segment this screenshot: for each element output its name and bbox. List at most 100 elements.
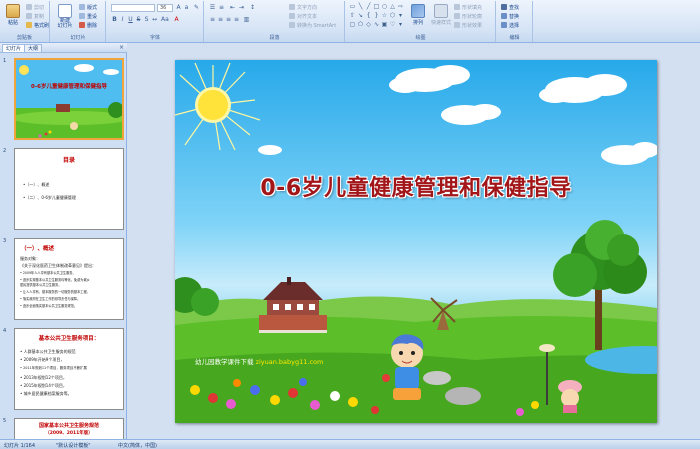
tab-slides[interactable]: 幻灯片 [2, 44, 26, 52]
select-button[interactable]: 选择 [501, 21, 519, 29]
shape-outline-button[interactable]: 形状轮廓 [454, 12, 482, 20]
clipboard-group-label: 剪贴板 [16, 35, 32, 41]
strikethrough-icon[interactable]: S [135, 16, 142, 23]
grow-font-icon[interactable]: A [175, 4, 182, 11]
thumbnail-line: • 逐步全面落实基本公共卫生服务规范。 [20, 304, 78, 308]
align-right-icon[interactable]: ≡ [225, 16, 232, 23]
reset-button[interactable]: 重设 [79, 12, 97, 20]
layout-icon [79, 4, 85, 10]
brush-icon [26, 22, 32, 28]
numbering-icon[interactable]: ≡ [218, 4, 225, 11]
cut-button[interactable]: 剪切 [26, 3, 44, 11]
tab-outline[interactable]: 大纲 [24, 44, 43, 52]
char-spacing-icon[interactable]: ↔ [151, 16, 158, 23]
change-case-icon[interactable]: Aa [161, 16, 169, 23]
increase-indent-icon[interactable]: ⇥ [238, 4, 245, 11]
shape-effects-button[interactable]: 形状效果 [454, 21, 482, 29]
thumbnail-image[interactable]: （一）、概述 服务对象： 《关于深化医药卫生体制改革意见》提出： • 2009年… [14, 238, 124, 320]
slide-title[interactable]: 0-6岁儿童健康管理和保健指导 [175, 170, 657, 202]
paste-icon [6, 4, 20, 18]
paste-button[interactable]: 粘贴 [2, 3, 24, 31]
panel-tabs: 幻灯片 大纲 × [0, 43, 127, 53]
thumbnail-image[interactable]: 基本公共卫生服务项目： • 人群基本公共卫生服务的规范 • 2009年开始9个项… [14, 328, 124, 410]
align-left-icon[interactable]: ≡ [209, 16, 216, 23]
oval-icon[interactable]: ○ [381, 3, 388, 11]
brace-icon[interactable]: { [365, 12, 372, 20]
current-slide[interactable]: 0-6岁儿童健康管理和保健指导 幼儿园教学课件下载 ziyuan.babyg11… [175, 60, 657, 423]
reset-label: 重设 [87, 13, 98, 20]
thumbnail-line: •（二）、0-6岁儿童健康管理 [23, 195, 76, 200]
cursor-icon [501, 22, 507, 28]
replace-label: 替换 [509, 13, 520, 20]
font-name-combo[interactable] [111, 4, 155, 12]
columns-icon[interactable]: ▥ [243, 16, 250, 23]
text-direction-button[interactable]: 文字方向 [289, 3, 317, 11]
layout-button[interactable]: 版式 [79, 3, 97, 11]
replace-button[interactable]: 替换 [501, 12, 519, 20]
convert-smartart-label: 转换为 SmartArt [297, 22, 337, 29]
italic-icon[interactable]: I [119, 16, 126, 23]
shadow-icon[interactable]: S [143, 16, 150, 23]
delete-button[interactable]: 删除 [79, 21, 97, 29]
align-text-button[interactable]: 对齐文本 [289, 12, 317, 20]
font-size-combo[interactable]: 36 [157, 4, 173, 12]
text-direction-icon [289, 4, 295, 10]
new-slide-button[interactable]: 新建 幻灯片 [53, 3, 77, 31]
convert-smartart-button[interactable]: 转换为 SmartArt [289, 21, 336, 29]
format-painter-button[interactable]: 格式刷 [26, 21, 49, 29]
text-box-icon[interactable]: ▭ [349, 3, 356, 11]
underline-icon[interactable]: U [127, 16, 134, 23]
thumbnail-image[interactable]: 0-6岁儿童健康管理和保健指导 [14, 58, 124, 140]
curve-icon[interactable]: ∿ [373, 21, 380, 29]
more-shapes-icon[interactable]: ▾ [397, 12, 404, 20]
font-color-icon[interactable]: A [173, 16, 180, 23]
more-shapes-icon[interactable]: ▾ [397, 21, 404, 29]
thumbnail-line: • 城乡居民健康档案服务等。 [20, 391, 72, 396]
shape-fill-label: 形状填充 [462, 4, 483, 11]
thumbnail-subtitle: （2009、2011年版） [45, 431, 93, 436]
bullets-icon[interactable]: ☰ [209, 4, 216, 11]
line-spacing-icon[interactable]: ↕ [249, 4, 256, 11]
hexagon-icon[interactable]: ⬡ [389, 12, 396, 20]
line-icon[interactable]: ╲ [357, 3, 364, 11]
arrow-icon[interactable]: ⇨ [397, 3, 404, 11]
diamond-icon[interactable]: ◇ [365, 21, 372, 29]
clear-format-icon[interactable]: ✎ [193, 4, 200, 11]
thumbnail-image[interactable]: 国家基本公共卫生服务规范 （2009、2011年版） [14, 418, 124, 439]
line-icon[interactable]: ╱ [365, 3, 372, 11]
thumbnail-line: • 2015年规划14个项目， [20, 383, 67, 388]
shape-gallery[interactable]: ▭ ╲ ╱ □ ○ △ ⇨ ⇧ ↘{} ☆ ⬡ ▾ ▢ ⬠ ◇ ∿ ▣ ♡ ▾ [349, 3, 403, 29]
shape-fill-button[interactable]: 形状填充 [454, 3, 482, 11]
slides-group-label: 幻灯片 [70, 35, 86, 41]
pentagon-icon[interactable]: ⬠ [357, 21, 364, 29]
website-url: ziyuan.babyg11.com [255, 358, 324, 366]
star-icon[interactable]: ☆ [381, 12, 388, 20]
justify-icon[interactable]: ≡ [233, 16, 240, 23]
arrow-icon[interactable]: ↘ [357, 12, 364, 20]
arrange-button[interactable]: 排列 [408, 3, 428, 31]
close-icon[interactable]: × [119, 44, 124, 51]
rectangle-icon[interactable]: □ [373, 3, 380, 11]
callout-icon[interactable]: ▢ [349, 21, 356, 29]
bold-icon[interactable]: B [111, 16, 118, 23]
language-status[interactable]: 中文(简体，中国) [118, 442, 157, 449]
smartart-icon [289, 22, 295, 28]
brace-icon[interactable]: } [373, 12, 380, 20]
slide-number: 1 [3, 58, 7, 64]
slide-canvas: 0-6岁儿童健康管理和保健指导 幼儿园教学课件下载 ziyuan.babyg11… [127, 43, 700, 439]
font-group: 36 A a ✎ B I U S S ↔ Aa A 字体 [107, 1, 204, 42]
decrease-indent-icon[interactable]: ⇤ [229, 4, 236, 11]
align-text-icon [289, 13, 295, 19]
quick-styles-button[interactable]: 快速样式 [430, 3, 452, 31]
shrink-font-icon[interactable]: a [183, 4, 190, 11]
thumbnail-image[interactable]: 目录 •（一）、概述 •（二）、0-6岁儿童健康管理 [14, 148, 124, 230]
heart-icon[interactable]: ♡ [389, 21, 396, 29]
triangle-icon[interactable]: △ [389, 3, 396, 11]
copy-button[interactable]: 复制 [26, 12, 44, 20]
align-center-icon[interactable]: ≡ [217, 16, 224, 23]
find-button[interactable]: 查找 [501, 3, 519, 11]
theme-name: "默认设计模板" [56, 443, 91, 449]
delete-label: 删除 [87, 22, 98, 29]
arrow-icon[interactable]: ⇧ [349, 12, 356, 20]
cube-icon[interactable]: ▣ [381, 21, 388, 29]
